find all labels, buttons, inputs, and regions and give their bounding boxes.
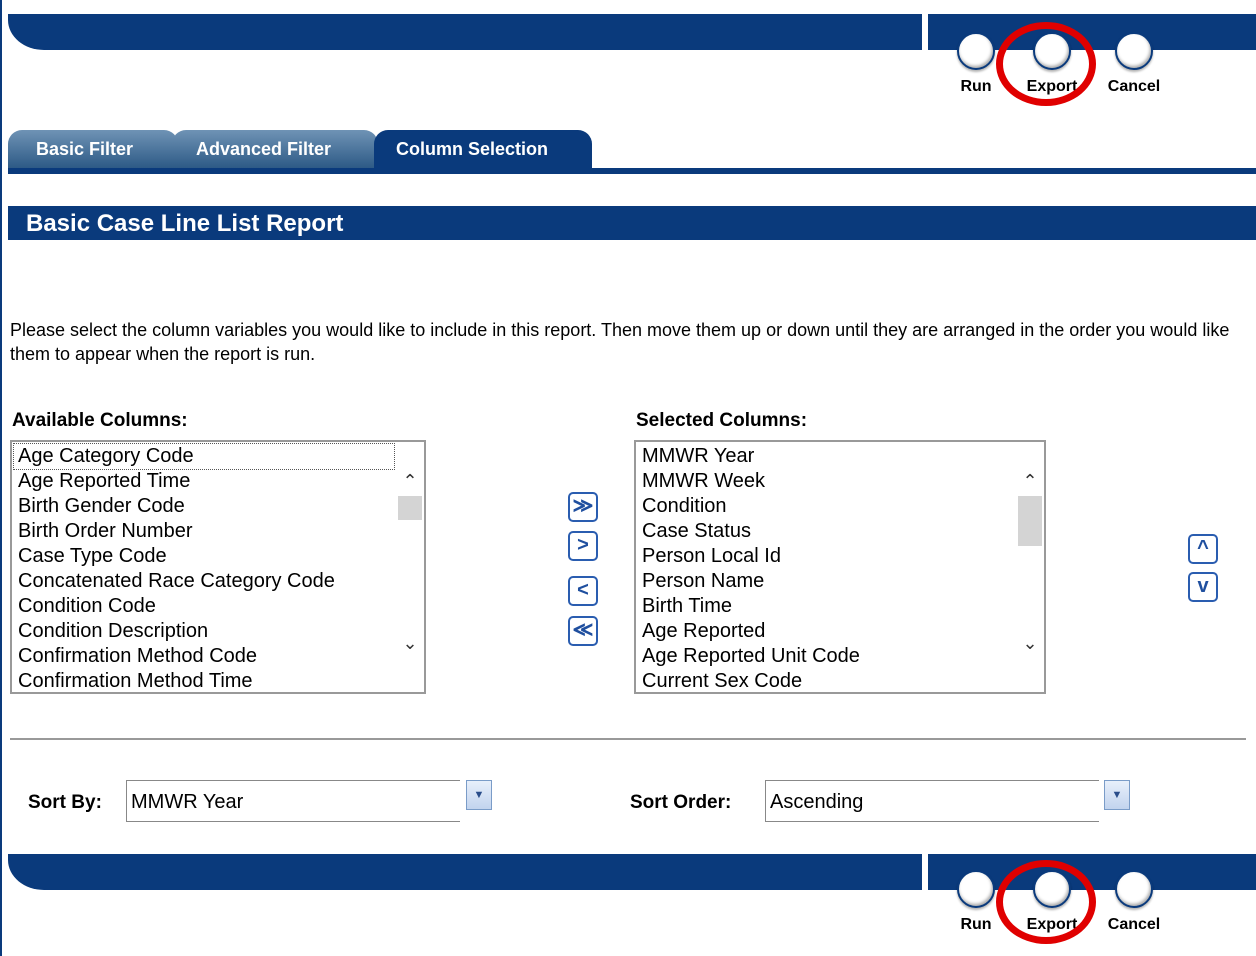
list-item[interactable]: Confirmation Method Code (14, 644, 394, 669)
run-button-bottom[interactable]: Run (946, 870, 1006, 934)
export-button-bottom[interactable]: Export (1022, 870, 1082, 934)
list-item[interactable]: MMWR Week (638, 469, 1014, 494)
scroll-down-icon[interactable]: ⌄ (398, 630, 422, 656)
list-item[interactable]: Concatenated Race Category Code (14, 569, 394, 594)
available-scrollbar[interactable]: ⌃ ⌄ (398, 468, 422, 668)
divider (10, 738, 1246, 740)
cancel-button-top[interactable]: Cancel (1104, 32, 1164, 96)
sort-order-label: Sort Order: (630, 792, 732, 813)
list-item[interactable]: Age Reported Time (14, 469, 394, 494)
list-item[interactable]: Case Status (638, 519, 1014, 544)
selected-scrollbar[interactable]: ⌃ ⌄ (1018, 468, 1042, 668)
scroll-thumb[interactable] (398, 496, 422, 520)
chevron-down-icon[interactable]: ▼ (466, 780, 492, 810)
scroll-up-icon[interactable]: ⌃ (398, 468, 422, 494)
list-item[interactable]: Person Local Id (638, 544, 1014, 569)
cancel-circle-icon (1115, 870, 1153, 908)
export-circle-icon (1033, 32, 1071, 70)
scroll-thumb[interactable] (1018, 496, 1042, 546)
remove-button[interactable]: < (568, 576, 598, 606)
tab-basic-filter[interactable]: Basic Filter (8, 130, 178, 168)
list-item[interactable]: Condition Code (14, 594, 394, 619)
page-title-bar: Basic Case Line List Report (8, 206, 1256, 240)
list-item[interactable]: Condition Description (14, 619, 394, 644)
list-item[interactable]: MMWR Year (638, 444, 1014, 469)
tab-column-selection[interactable]: Column Selection (374, 130, 592, 168)
run-button-top[interactable]: Run (946, 32, 1006, 96)
list-item[interactable]: Case Type Code (14, 544, 394, 569)
cancel-button-bottom[interactable]: Cancel (1104, 870, 1164, 934)
sort-by-label: Sort By: (28, 792, 102, 813)
list-item[interactable]: Birth Time (638, 594, 1014, 619)
selected-columns-listbox[interactable]: MMWR Year MMWR Week Condition Case Statu… (634, 440, 1046, 694)
list-item[interactable]: Age Reported (638, 619, 1014, 644)
sort-order-select[interactable]: Ascending (765, 780, 1099, 822)
available-columns-listbox[interactable]: Age Category Code Age Reported Time Birt… (10, 440, 426, 694)
page-title: Basic Case Line List Report (26, 210, 344, 237)
add-button[interactable]: > (568, 531, 598, 561)
move-down-button[interactable]: v (1188, 572, 1218, 602)
run-circle-icon (957, 870, 995, 908)
cancel-circle-icon (1115, 32, 1153, 70)
list-item[interactable]: Confirmation Method Time (14, 669, 394, 692)
tab-advanced-filter[interactable]: Advanced Filter (172, 130, 378, 168)
chevron-down-icon[interactable]: ▼ (1104, 780, 1130, 810)
tab-underline (8, 168, 1256, 174)
move-up-button[interactable]: ^ (1188, 534, 1218, 564)
available-columns-label: Available Columns: (12, 410, 188, 431)
sort-by-select[interactable]: MMWR Year (126, 780, 460, 822)
add-all-button[interactable]: ≫ (568, 492, 598, 522)
scroll-up-icon[interactable]: ⌃ (1018, 468, 1042, 494)
export-circle-icon (1033, 870, 1071, 908)
scroll-down-icon[interactable]: ⌄ (1018, 630, 1042, 656)
left-border (0, 0, 2, 956)
list-item[interactable]: Condition (638, 494, 1014, 519)
list-item[interactable]: Current Sex Code (638, 669, 1014, 692)
list-item[interactable]: Birth Order Number (14, 519, 394, 544)
remove-all-button[interactable]: ≪ (568, 616, 598, 646)
list-item[interactable]: Age Category Code (13, 443, 395, 470)
selected-columns-label: Selected Columns: (636, 410, 808, 431)
tab-bar: Basic Filter Advanced Filter Column Sele… (8, 130, 1256, 170)
list-item[interactable]: Birth Gender Code (14, 494, 394, 519)
export-button-top[interactable]: Export (1022, 32, 1082, 96)
instructions-text: Please select the column variables you w… (10, 320, 1230, 364)
list-item[interactable]: Person Name (638, 569, 1014, 594)
list-item[interactable]: Age Reported Unit Code (638, 644, 1014, 669)
run-circle-icon (957, 32, 995, 70)
